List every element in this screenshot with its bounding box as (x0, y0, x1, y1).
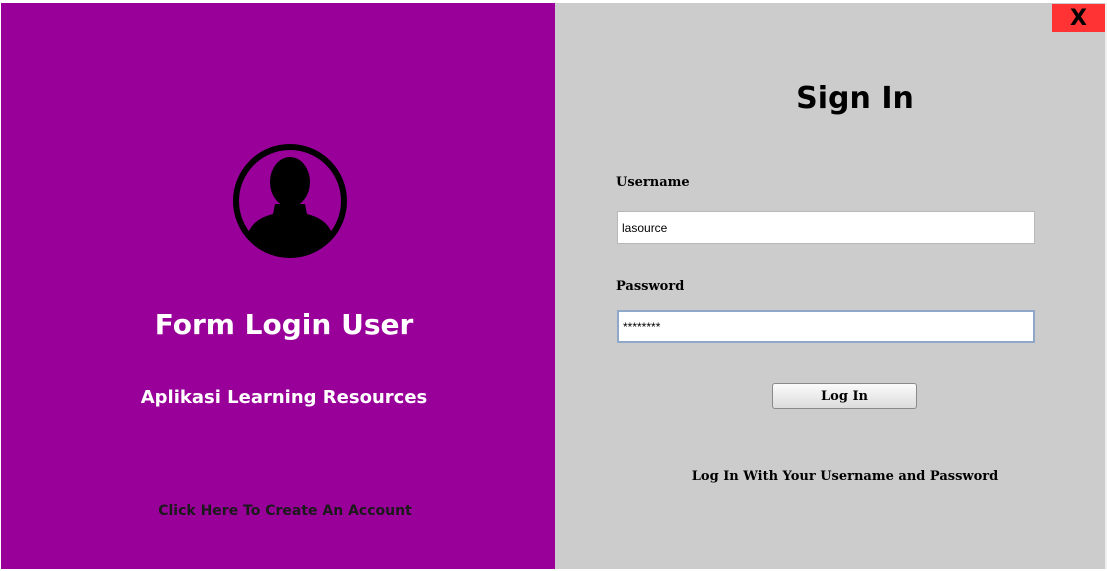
close-button[interactable]: X (1052, 4, 1105, 32)
sign-in-title: Sign In (796, 81, 914, 116)
password-label: Password (616, 279, 685, 294)
log-in-button[interactable]: Log In (772, 383, 917, 409)
app-title: Form Login User (154, 308, 414, 341)
login-window: Form Login User Aplikasi Learning Resour… (0, 0, 1107, 571)
password-input[interactable] (617, 310, 1035, 343)
user-avatar-icon (233, 144, 347, 258)
username-label: Username (616, 175, 690, 190)
username-input[interactable] (617, 211, 1035, 244)
create-account-link[interactable]: Click Here To Create An Account (1, 503, 569, 519)
app-subtitle: Aplikasi Learning Resources (140, 387, 428, 408)
sign-in-panel: Sign In Username Password Log In Log In … (555, 3, 1105, 569)
left-panel: Form Login User Aplikasi Learning Resour… (1, 3, 555, 569)
login-hint-text: Log In With Your Username and Password (691, 469, 999, 484)
